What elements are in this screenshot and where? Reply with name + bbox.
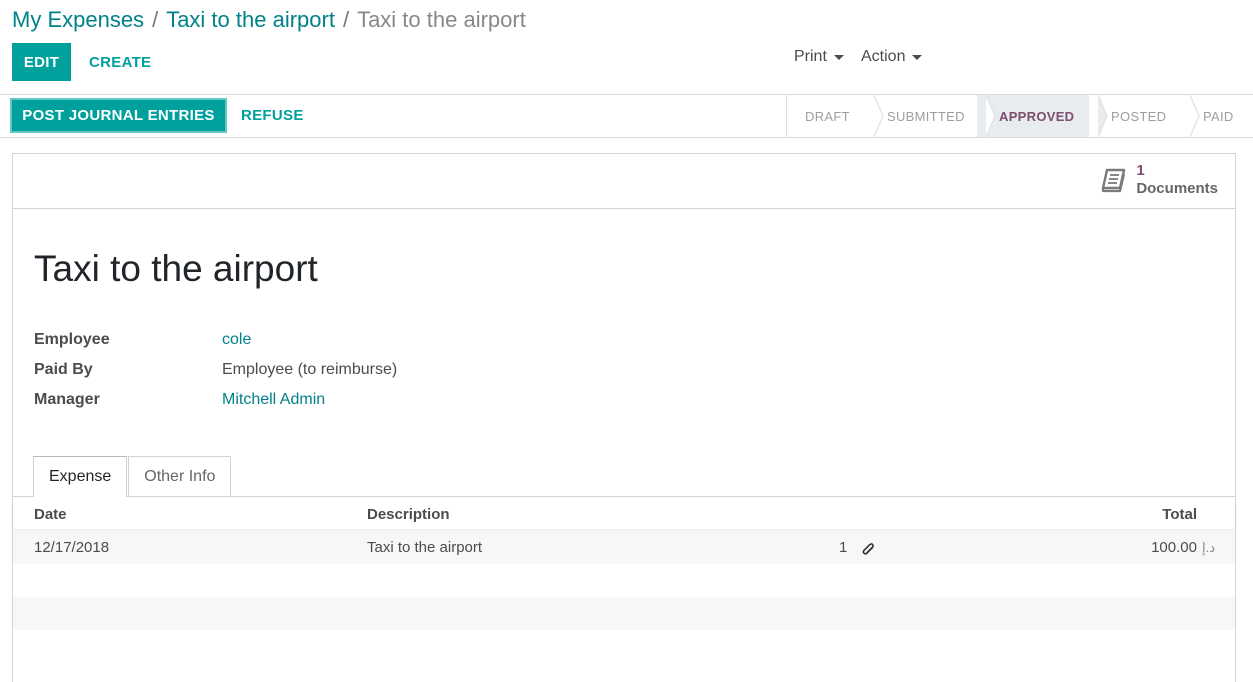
breadcrumb-my-expenses[interactable]: My Expenses xyxy=(12,7,144,32)
documents-smart-button-text: 1 Documents xyxy=(1136,162,1218,198)
field-manager: Manager Mitchell Admin xyxy=(34,389,325,411)
breadcrumb-separator: / xyxy=(152,7,159,32)
field-employee-value[interactable]: cole xyxy=(222,331,251,349)
stage-posted-label: POSTED xyxy=(1111,108,1167,124)
breadcrumb-separator: / xyxy=(342,7,350,32)
table-row-empty xyxy=(13,564,1235,597)
paperclip-icon[interactable] xyxy=(861,540,875,556)
refuse-button[interactable]: REFUSE xyxy=(241,98,304,133)
form-sheet: 1 Documents Taxi to the airport Employee… xyxy=(12,153,1236,682)
stage-draft-label: DRAFT xyxy=(805,108,850,124)
breadcrumb-report[interactable]: Taxi to the airport xyxy=(166,7,335,32)
field-paid-by-label: Paid By xyxy=(34,361,93,378)
field-employee: Employee cole xyxy=(34,329,251,351)
column-header-description[interactable]: Description xyxy=(367,506,450,523)
print-dropdown[interactable]: Print xyxy=(794,47,844,67)
action-dropdown-label: Action xyxy=(861,48,906,65)
tab-other-info[interactable]: Other Info xyxy=(128,456,232,496)
breadcrumb: My Expenses / Taxi to the airport / Taxi to … xyxy=(12,7,526,33)
documents-smart-button[interactable]: 1 Documents xyxy=(1100,162,1218,198)
column-header-total[interactable]: Total xyxy=(1162,506,1197,523)
cell-description: Taxi to the airport xyxy=(367,539,483,556)
cell-total-currency: د.إ xyxy=(1201,540,1215,555)
table-row[interactable]: 12/17/2018 Taxi to the airport 1 100.00 د… xyxy=(13,531,1235,564)
stage-draft[interactable]: DRAFT xyxy=(787,95,884,137)
post-journal-entries-button[interactable]: POST JOURNAL ENTRIES xyxy=(10,98,227,133)
stage-approved-label: APPROVED xyxy=(999,108,1075,124)
cell-date: 12/17/2018 xyxy=(34,539,110,556)
breadcrumb-current: Taxi to the airport xyxy=(357,7,526,32)
stage-pipeline: DRAFT SUBMITTED APPROVED POSTED PAID xyxy=(786,95,1253,137)
expense-table-header: Date Description Total xyxy=(13,497,1235,530)
caret-down-icon xyxy=(912,54,923,60)
smart-button-box: 1 Documents xyxy=(13,154,1235,209)
create-button[interactable]: CREATE xyxy=(78,43,162,81)
table-row-empty xyxy=(13,597,1235,630)
action-dropdown[interactable]: Action xyxy=(861,47,923,67)
stage-paid-label: PAID xyxy=(1203,108,1234,124)
stage-submitted-label: SUBMITTED xyxy=(887,108,965,124)
statusbar: POST JOURNAL ENTRIES REFUSE DRAFT SUBMIT… xyxy=(0,95,1253,138)
documents-count: 1 xyxy=(1136,162,1145,179)
column-header-date[interactable]: Date xyxy=(34,506,67,523)
field-manager-label: Manager xyxy=(34,391,100,408)
field-manager-value[interactable]: Mitchell Admin xyxy=(222,391,325,409)
documents-label: Documents xyxy=(1136,180,1218,197)
notebook-tabs: Expense Other Info xyxy=(33,456,232,497)
edit-button[interactable]: EDIT xyxy=(12,43,71,81)
field-paid-by: Paid By Employee (to reimburse) xyxy=(34,359,397,381)
book-icon xyxy=(1102,168,1126,193)
tab-expense[interactable]: Expense xyxy=(33,456,128,497)
cell-total-amount: 100.00 xyxy=(1151,539,1197,556)
field-paid-by-value: Employee (to reimburse) xyxy=(222,361,398,378)
print-dropdown-label: Print xyxy=(794,48,827,65)
record-title: Taxi to the airport xyxy=(34,248,318,289)
field-employee-label: Employee xyxy=(34,331,110,348)
caret-down-icon xyxy=(833,54,844,60)
cell-attachment-count: 1 xyxy=(839,539,848,556)
control-panel: My Expenses / Taxi to the airport / Taxi to … xyxy=(0,0,1253,95)
cell-total: 100.00 د.إ xyxy=(1151,539,1215,556)
